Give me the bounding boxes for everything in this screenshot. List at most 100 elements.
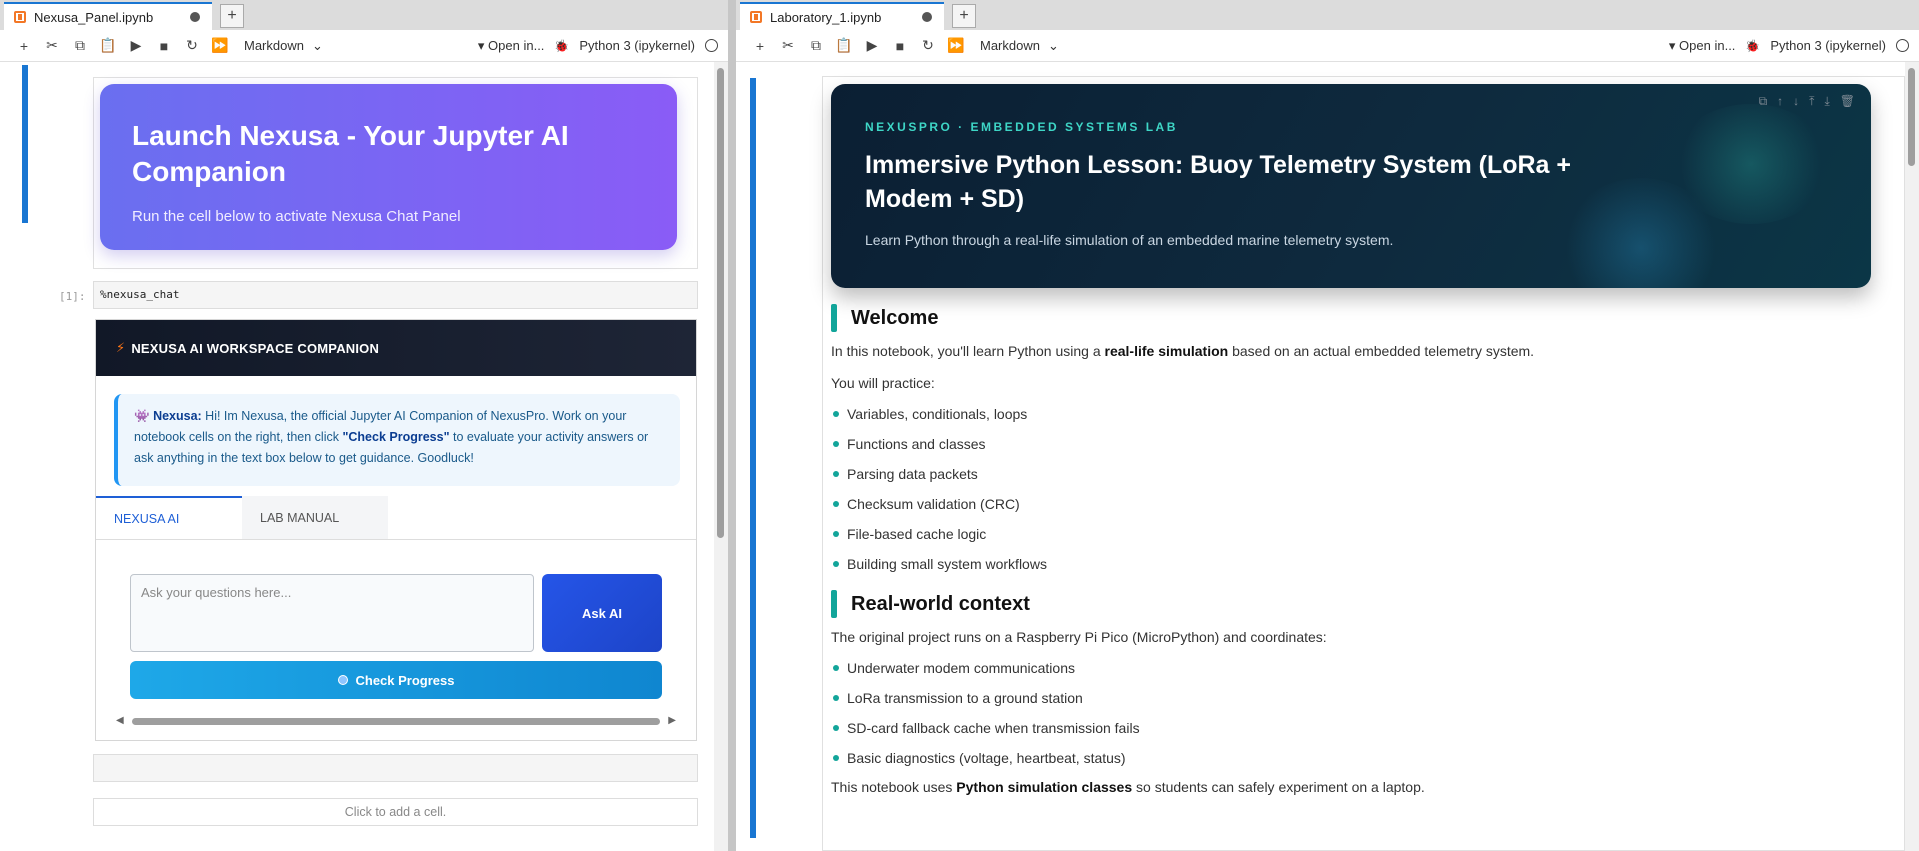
hero-title: Immersive Python Lesson: Buoy Telemetry …: [865, 151, 1572, 213]
add-cell-button[interactable]: Click to add a cell.: [93, 798, 698, 826]
run-icon[interactable]: ▶: [122, 34, 150, 58]
stop-icon[interactable]: ■: [150, 34, 178, 58]
toolbar-right: ▾ Open in... 🐞 Python 3 (ipykernel): [478, 38, 718, 54]
copy-icon[interactable]: ⧉: [802, 34, 830, 58]
scroll-left-icon[interactable]: ◀: [116, 715, 124, 726]
restart-icon[interactable]: ↻: [914, 34, 942, 58]
context-list: Underwater modem communications LoRa tra…: [831, 653, 1891, 773]
cut-icon[interactable]: ✂: [774, 34, 802, 58]
welcome-heading: Welcome: [831, 303, 1891, 333]
welcome-intro-text-b: based on an actual embedded telemetry sy…: [1228, 343, 1535, 359]
right-vertical-scrollbar[interactable]: [1905, 62, 1919, 851]
insert-cell-icon[interactable]: +: [746, 34, 774, 58]
list-item: LoRa transmission to a ground station: [831, 683, 1891, 713]
tab-title: Laboratory_1.ipynb: [770, 9, 882, 25]
tab-nexusa-ai[interactable]: NEXUSA AI: [96, 496, 242, 539]
scrollbar-thumb[interactable]: [717, 68, 724, 538]
nexusa-chat-widget: ⚡ NEXUSA AI WORKSPACE COMPANION 👾 Nexusa…: [95, 319, 697, 741]
stop-icon[interactable]: ■: [886, 34, 914, 58]
right-notebook-body: NEXUSPRO · EMBEDDED SYSTEMS LAB Immersiv…: [736, 62, 1919, 851]
left-vertical-scrollbar[interactable]: [714, 62, 728, 851]
active-cell-indicator: [22, 65, 28, 223]
panel-splitter[interactable]: [728, 0, 736, 851]
tab-lab-manual[interactable]: LAB MANUAL: [242, 496, 388, 539]
right-tab-bar: Laboratory_1.ipynb +: [736, 0, 1919, 30]
restart-icon[interactable]: ↻: [178, 34, 206, 58]
scrollbar-thumb[interactable]: [132, 718, 660, 725]
list-item: Building small system workflows: [831, 549, 1891, 579]
widget-title: NEXUSA AI WORKSPACE COMPANION: [131, 340, 380, 356]
ask-row: Ask your questions here... Ask AI: [130, 574, 662, 652]
paste-icon[interactable]: 📋: [94, 34, 122, 58]
open-in-button[interactable]: ▾ Open in...: [478, 38, 545, 54]
run-icon[interactable]: ▶: [858, 34, 886, 58]
check-progress-button[interactable]: Check Progress: [130, 661, 662, 699]
list-item: Parsing data packets: [831, 459, 1891, 489]
bot-message-bold: "Check Progress": [342, 430, 450, 444]
lesson-content: Welcome In this notebook, you'll learn P…: [831, 303, 1891, 797]
context-intro: The original project runs on a Raspberry…: [831, 629, 1327, 645]
insert-above-icon[interactable]: ⤒: [1809, 94, 1814, 109]
hero-title: Launch Nexusa - Your Jupyter AI Companio…: [132, 120, 569, 187]
debugger-bug-icon[interactable]: 🐞: [1745, 39, 1760, 53]
practice-list: Variables, conditionals, loops Functions…: [831, 399, 1891, 579]
scrollbar-thumb[interactable]: [1908, 68, 1915, 166]
copy-icon[interactable]: ⧉: [66, 34, 94, 58]
insert-cell-icon[interactable]: +: [10, 34, 38, 58]
duplicate-cell-icon[interactable]: ⧉: [1759, 94, 1768, 109]
new-tab-button[interactable]: +: [220, 4, 244, 28]
fast-forward-icon[interactable]: ⏩: [942, 34, 970, 58]
right-notebook-panel: Laboratory_1.ipynb + + ✂ ⧉ 📋 ▶ ■ ↻ ⏩ Mar…: [736, 0, 1919, 851]
code-cell[interactable]: %nexusa_chat: [93, 281, 698, 309]
tab-nexusa-panel[interactable]: Nexusa_Panel.ipynb: [4, 2, 212, 30]
kernel-name[interactable]: Python 3 (ipykernel): [1770, 38, 1886, 53]
move-down-icon[interactable]: ↓: [1793, 94, 1799, 109]
list-item: File-based cache logic: [831, 519, 1891, 549]
check-progress-label: Check Progress: [355, 672, 455, 688]
notebook-icon: [14, 11, 26, 23]
debugger-bug-icon[interactable]: 🐞: [554, 39, 569, 53]
question-input[interactable]: Ask your questions here...: [130, 574, 534, 652]
markdown-cell-hero[interactable]: Launch Nexusa - Your Jupyter AI Companio…: [93, 77, 698, 269]
unsaved-indicator-icon[interactable]: [190, 12, 200, 22]
hero-card: Launch Nexusa - Your Jupyter AI Companio…: [100, 84, 677, 250]
cell-type-label: Markdown: [244, 38, 304, 53]
lightning-icon: ⚡: [116, 340, 126, 355]
fast-forward-icon[interactable]: ⏩: [206, 34, 234, 58]
tab-laboratory-1[interactable]: Laboratory_1.ipynb: [740, 2, 944, 30]
active-cell-indicator: [750, 78, 756, 838]
code-text: %nexusa_chat: [100, 288, 180, 301]
scroll-right-icon[interactable]: ▶: [668, 715, 676, 726]
empty-output-cell[interactable]: [93, 754, 698, 782]
delete-cell-icon[interactable]: 🗑: [1840, 94, 1855, 109]
context-outro: This notebook uses Python simulation cla…: [831, 777, 1891, 797]
markdown-cell-lesson[interactable]: NEXUSPRO · EMBEDDED SYSTEMS LAB Immersiv…: [822, 76, 1905, 851]
kernel-status-icon: [705, 39, 718, 52]
kernel-name[interactable]: Python 3 (ipykernel): [579, 38, 695, 53]
welcome-intro-text-a: In this notebook, you'll learn Python us…: [831, 343, 1105, 359]
list-item: Checksum validation (CRC): [831, 489, 1891, 519]
cell-actions: ⧉ ↑ ↓ ⤒ ⤓ 🗑: [1759, 94, 1855, 109]
cell-type-label: Markdown: [980, 38, 1040, 53]
context-outro-text-a: This notebook uses: [831, 779, 957, 795]
chevron-down-icon: ⌄: [1047, 37, 1059, 53]
new-tab-button[interactable]: +: [952, 4, 976, 28]
insert-below-icon[interactable]: ⤓: [1824, 94, 1829, 109]
open-in-button[interactable]: ▾ Open in...: [1669, 38, 1736, 54]
widget-header: ⚡ NEXUSA AI WORKSPACE COMPANION: [96, 320, 696, 376]
notebook-icon: [750, 11, 762, 23]
cell-type-select[interactable]: Markdown ⌄: [244, 38, 323, 54]
paste-icon[interactable]: 📋: [830, 34, 858, 58]
widget-tabs: NEXUSA AI LAB MANUAL: [96, 496, 696, 540]
move-up-icon[interactable]: ↑: [1777, 94, 1783, 109]
context-heading: Real-world context: [831, 589, 1891, 619]
cut-icon[interactable]: ✂: [38, 34, 66, 58]
horizontal-scrollbar[interactable]: ◀ ▶: [116, 714, 676, 728]
unsaved-indicator-icon[interactable]: [922, 12, 932, 22]
right-notebook-toolbar: + ✂ ⧉ 📋 ▶ ■ ↻ ⏩ Markdown ⌄ ▾ Open in... …: [736, 30, 1919, 62]
context-outro-bold: Python simulation classes: [956, 779, 1133, 795]
cell-type-select[interactable]: Markdown ⌄: [980, 38, 1059, 54]
ask-ai-button[interactable]: Ask AI: [542, 574, 662, 652]
practice-label: You will practice:: [831, 375, 935, 391]
left-notebook-toolbar: + ✂ ⧉ 📋 ▶ ■ ↻ ⏩ Markdown ⌄ ▾ Open in... …: [0, 30, 728, 62]
